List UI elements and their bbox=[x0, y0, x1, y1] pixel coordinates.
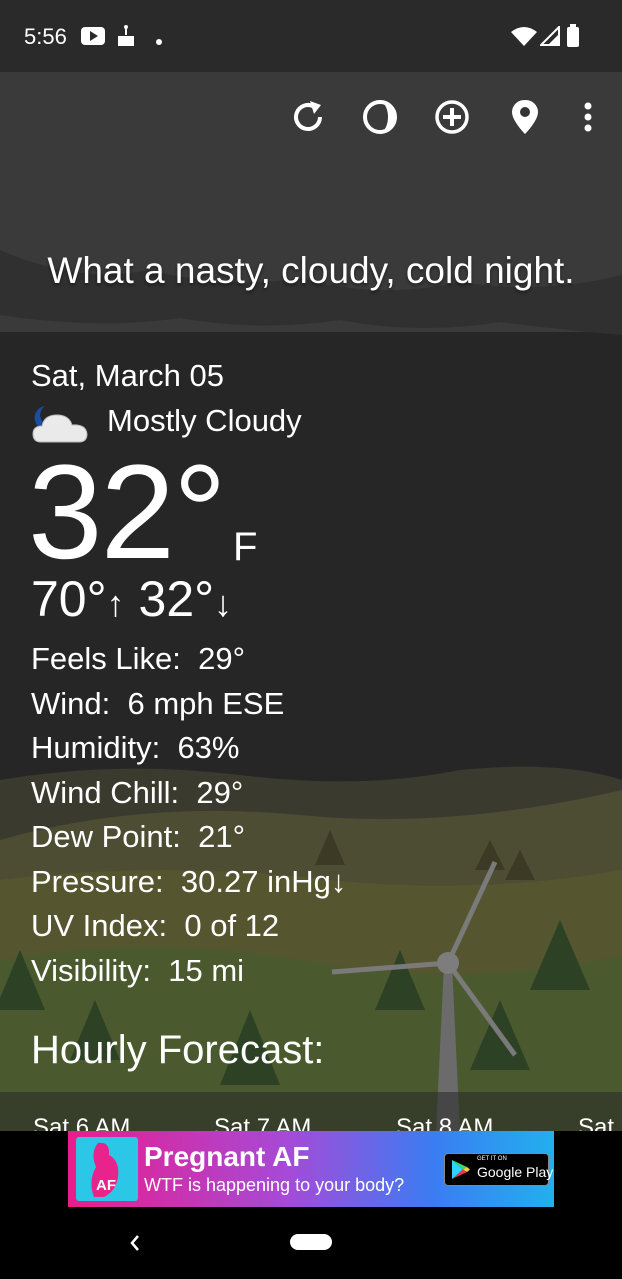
theme-button[interactable] bbox=[357, 94, 403, 140]
detail-humidity: Humidity: 63% bbox=[31, 729, 346, 774]
app-toolbar bbox=[0, 72, 622, 162]
hourly-item-label[interactable]: Sat 8 AM bbox=[396, 1114, 493, 1131]
theme-icon bbox=[363, 100, 397, 134]
detail-dew-point: Dew Point: 21° bbox=[31, 818, 346, 863]
ad-subtitle: WTF is happening to your body? bbox=[144, 1175, 405, 1195]
hourly-forecast-title: Hourly Forecast: bbox=[31, 1028, 325, 1072]
detail-visibility: Visibility: 15 mi bbox=[31, 952, 346, 997]
youtube-icon bbox=[81, 27, 105, 50]
condition-text: Mostly Cloudy bbox=[107, 403, 302, 438]
cake-icon bbox=[116, 25, 136, 52]
detail-wind: Wind: 6 mph ESE bbox=[31, 685, 346, 730]
location-pin-icon bbox=[512, 100, 538, 134]
high-temperature: 70° bbox=[31, 571, 107, 627]
weather-screen: 5:56 What a nasty, cloudy, cold night. S… bbox=[0, 0, 622, 1279]
detail-label: UV Index: bbox=[31, 908, 168, 943]
more-options-button[interactable] bbox=[565, 94, 611, 140]
back-button[interactable] bbox=[124, 1229, 146, 1262]
weather-headline: What a nasty, cloudy, cold night. bbox=[47, 250, 575, 291]
battery-icon bbox=[566, 24, 580, 53]
hourly-item-label[interactable]: Sat 7 AM bbox=[214, 1114, 311, 1131]
detail-label: Pressure: bbox=[31, 863, 164, 899]
ad-area: AF Pregnant AF WTF is happening to your … bbox=[0, 1131, 622, 1207]
refresh-icon bbox=[294, 101, 322, 131]
detail-label: Visibility: bbox=[31, 952, 152, 988]
detail-label: Feels Like: bbox=[31, 641, 181, 676]
ad-app-logo: AF bbox=[76, 1137, 138, 1201]
weather-details: Feels Like: 29° Wind: 6 mph ESE Humidity… bbox=[31, 640, 346, 996]
location-button[interactable] bbox=[502, 94, 548, 140]
detail-value: 15 mi bbox=[168, 952, 245, 988]
wifi-icon bbox=[511, 26, 537, 51]
hourly-item-label[interactable]: Sat 6 AM bbox=[33, 1114, 130, 1131]
forecast-date: Sat, March 05 bbox=[31, 358, 224, 393]
detail-label: Dew Point: bbox=[31, 819, 181, 854]
temperature-unit: F bbox=[233, 525, 258, 569]
detail-value: 30.27 inHg↓ bbox=[180, 863, 347, 899]
detail-value: 6 mph ESE bbox=[127, 685, 285, 721]
badge-big-text: Google Play bbox=[477, 1164, 554, 1180]
badge-small-text: GET IT ON bbox=[477, 1156, 507, 1162]
google-play-badge[interactable]: GET IT ON Google Play bbox=[444, 1153, 553, 1186]
detail-value: 29° bbox=[196, 774, 244, 810]
detail-value: 0 of 12 bbox=[184, 908, 280, 943]
system-nav-bar bbox=[0, 1207, 622, 1279]
add-location-icon bbox=[435, 100, 469, 134]
detail-label: Wind Chill: bbox=[31, 774, 180, 810]
detail-value: 21° bbox=[198, 819, 246, 854]
detail-label: Humidity: bbox=[31, 730, 161, 765]
hourly-forecast-strip[interactable]: Sat 6 AM Sat 7 AM Sat 8 AM Sat bbox=[0, 1092, 622, 1131]
detail-feels-like: Feels Like: 29° bbox=[31, 640, 346, 685]
home-button[interactable] bbox=[290, 1234, 332, 1250]
high-low-row: 70°↑ 32°↓ bbox=[31, 570, 232, 628]
more-options-icon bbox=[584, 102, 592, 132]
current-temperature: 32° bbox=[28, 438, 227, 587]
detail-value: 29° bbox=[198, 641, 246, 676]
ad-banner[interactable]: AF Pregnant AF WTF is happening to your … bbox=[68, 1131, 554, 1207]
google-play-icon bbox=[452, 1160, 470, 1179]
status-time: 5:56 bbox=[24, 24, 67, 49]
arrow-up-icon: ↑ bbox=[106, 583, 125, 624]
refresh-button[interactable] bbox=[285, 94, 331, 140]
detail-value: 63% bbox=[177, 730, 240, 765]
detail-uv-index: UV Index: 0 of 12 bbox=[31, 907, 346, 952]
hourly-item-label[interactable]: Sat bbox=[578, 1114, 614, 1131]
back-icon bbox=[130, 1235, 139, 1251]
cell-signal-icon bbox=[538, 24, 560, 51]
detail-wind-chill: Wind Chill: 29° bbox=[31, 774, 346, 819]
dot-icon bbox=[155, 33, 163, 51]
ad-logo-text: AF bbox=[96, 1177, 116, 1194]
low-temperature: 32° bbox=[138, 571, 215, 627]
status-bar: 5:56 bbox=[0, 0, 622, 72]
arrow-down-icon: ↓ bbox=[214, 583, 233, 624]
add-location-button[interactable] bbox=[429, 94, 475, 140]
detail-label: Wind: bbox=[31, 685, 111, 721]
detail-pressure: Pressure: 30.27 inHg↓ bbox=[31, 863, 346, 908]
ad-title: Pregnant AF bbox=[144, 1141, 310, 1172]
